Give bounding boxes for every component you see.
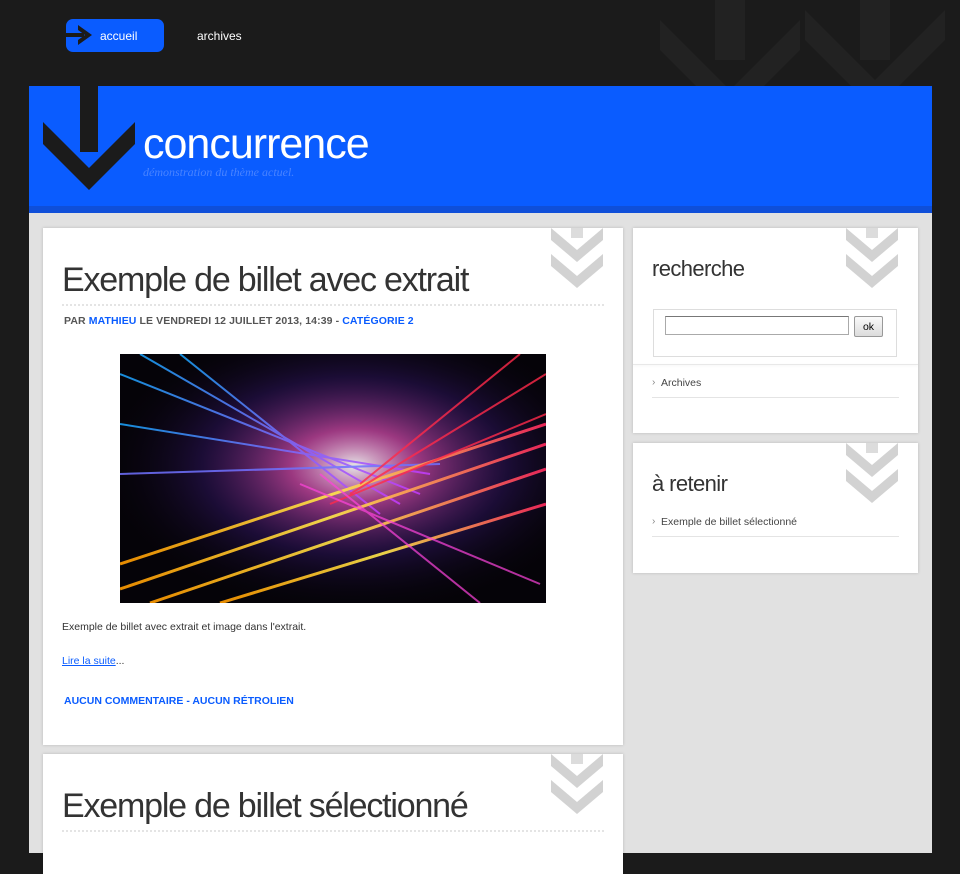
link-list: › Exemple de billet sélectionné	[652, 511, 899, 537]
nav-item-archives[interactable]: archives	[197, 19, 242, 52]
nav-item-accueil[interactable]: accueil	[66, 19, 164, 52]
search-input[interactable]	[665, 316, 849, 335]
chevron-down-icon	[846, 228, 898, 288]
post-date: le vendredi 12 juillet 2013, 14:39	[139, 315, 333, 327]
comments-link[interactable]: Aucun commentaire	[64, 695, 183, 707]
list-item-label: Archives	[661, 377, 702, 389]
list-item[interactable]: › Archives	[652, 372, 899, 398]
post-meta: Par Mathieu le vendredi 12 juillet 2013,…	[64, 315, 414, 327]
post-image	[120, 354, 546, 603]
site-header: concurrence démonstration du thème actue…	[29, 86, 932, 213]
trackbacks-link[interactable]: Aucun rétrolien	[192, 695, 294, 707]
post-title[interactable]: Exemple de billet sélectionné	[62, 787, 604, 832]
post-category-link[interactable]: Catégorie 2	[342, 315, 414, 327]
search-widget: recherche ok › Archives	[633, 228, 918, 433]
nav-item-label: accueil	[100, 29, 138, 43]
read-more: Lire la suite...	[62, 655, 124, 667]
selected-posts-widget: à retenir › Exemple de billet sélectionné	[633, 443, 918, 573]
footer-separator: -	[186, 695, 190, 707]
site-title[interactable]: concurrence	[143, 120, 370, 169]
arrow-down-icon	[43, 86, 135, 190]
post-card: Exemple de billet avec extrait Par Mathi…	[43, 228, 623, 745]
read-more-suffix: ...	[115, 655, 125, 667]
search-form: ok	[653, 309, 897, 357]
chevron-down-icon	[846, 443, 898, 503]
site-description: démonstration du thème actuel.	[143, 165, 295, 179]
post-card: Exemple de billet sélectionné	[43, 754, 623, 874]
arrow-right-icon	[66, 25, 92, 45]
background-arrows-decoration	[540, 0, 960, 86]
meta-by-label: Par	[64, 315, 86, 327]
widget-title: à retenir	[652, 471, 728, 496]
post-footer: Aucun commentaire - Aucun rétrolien	[64, 695, 294, 707]
abstract-light-image	[120, 354, 546, 603]
chevron-right-icon: ›	[652, 377, 656, 388]
link-list: › Archives	[652, 372, 899, 398]
meta-separator: -	[335, 315, 340, 327]
post-excerpt: Exemple de billet avec extrait et image …	[62, 621, 307, 633]
widget-divider	[633, 364, 918, 365]
widget-title: recherche	[652, 256, 745, 281]
post-author-link[interactable]: Mathieu	[89, 315, 137, 327]
background-arrows-icon	[660, 0, 945, 86]
top-navigation: accueil archives	[66, 19, 242, 52]
post-title[interactable]: Exemple de billet avec extrait	[62, 261, 604, 306]
read-more-link[interactable]: Lire la suite	[62, 655, 116, 667]
list-item-label: Exemple de billet sélectionné	[661, 516, 797, 528]
search-submit-button[interactable]: ok	[854, 316, 883, 337]
chevron-right-icon: ›	[652, 516, 656, 527]
content-area: Exemple de billet avec extrait Par Mathi…	[29, 213, 932, 874]
list-item[interactable]: › Exemple de billet sélectionné	[652, 511, 899, 537]
